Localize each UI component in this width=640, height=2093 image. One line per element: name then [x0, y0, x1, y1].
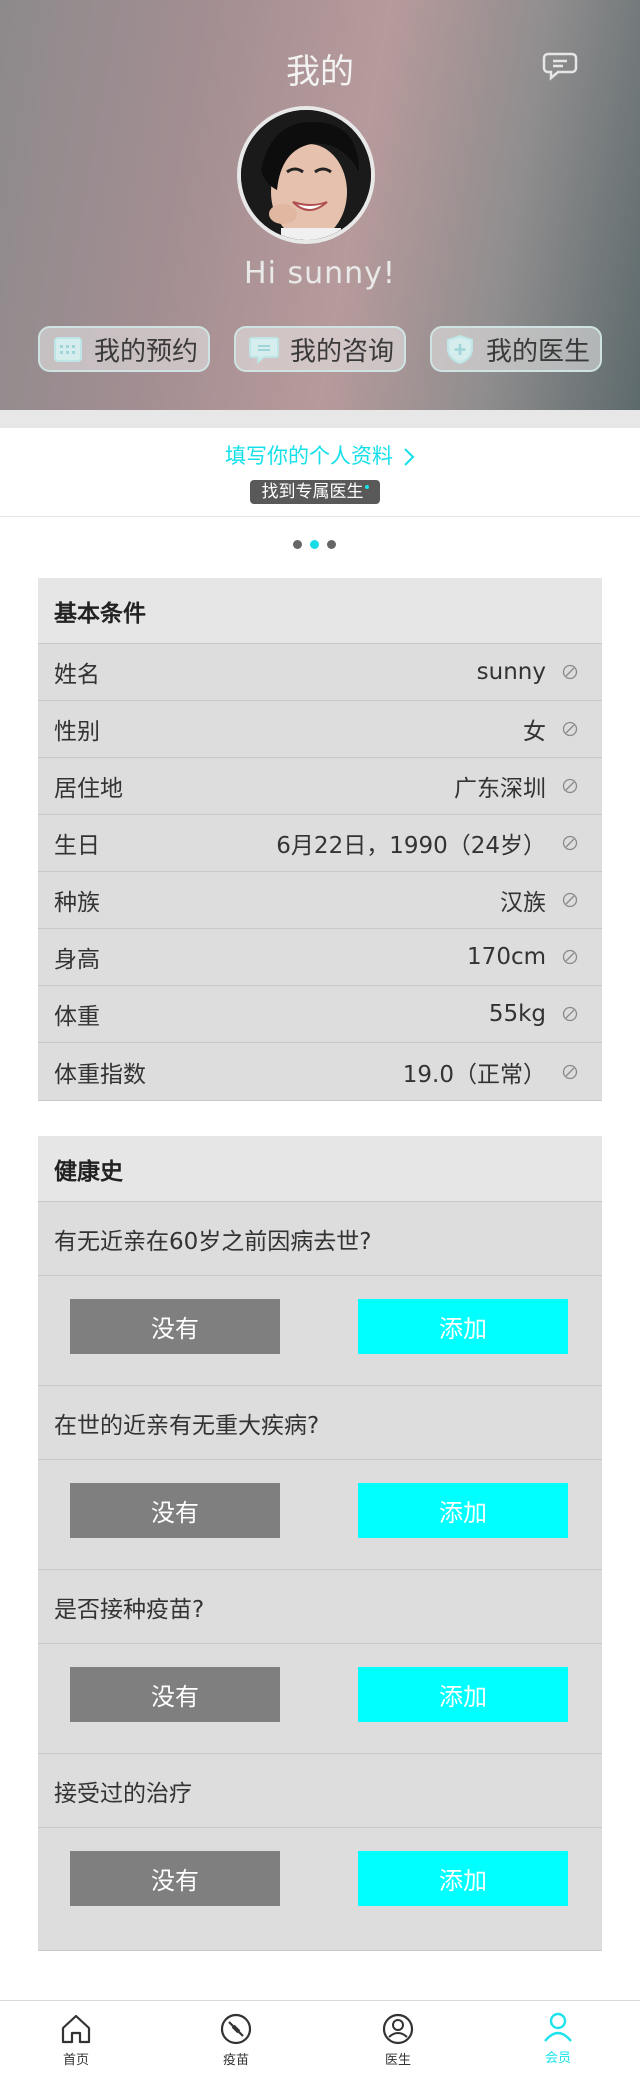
- chat-icon: [249, 337, 279, 365]
- vaccine-icon: [220, 2013, 252, 2045]
- find-doctor-badge[interactable]: 找到专属医生: [250, 480, 380, 504]
- edit-icon[interactable]: [562, 1064, 578, 1080]
- health-history-title: 健康史: [38, 1136, 602, 1202]
- chevron-right-icon: [404, 448, 415, 466]
- user-icon: [544, 2012, 572, 2042]
- shield-plus-icon: [447, 334, 473, 365]
- info-value: 55kg: [488, 1001, 546, 1027]
- health-question: 接受过的治疗: [38, 1754, 602, 1828]
- info-row-weight[interactable]: 体重 55kg: [38, 986, 602, 1043]
- info-value: 汉族: [500, 890, 546, 916]
- home-icon: [61, 2014, 91, 2044]
- find-doctor-label: 找到专属医生: [261, 482, 364, 502]
- info-key: 身高: [54, 947, 100, 973]
- doctor-icon: [382, 2013, 414, 2045]
- page-dot[interactable]: [327, 540, 336, 549]
- info-row-bmi[interactable]: 体重指数 19.0（正常）: [38, 1043, 602, 1100]
- tab-vaccine[interactable]: 疫苗: [196, 2011, 276, 2068]
- edit-icon[interactable]: [562, 949, 578, 965]
- avatar[interactable]: [237, 106, 375, 244]
- health-history-card: 健康史 有无近亲在60岁之前因病去世? 没有 添加 在世的近亲有无重大疾病? 没…: [38, 1136, 602, 1951]
- profile-header: 我的 Hi sunny! 我的预约 我的咨询 我的医生: [0, 0, 640, 410]
- page-indicator: [293, 540, 336, 549]
- answer-row: 没有 添加: [38, 1460, 602, 1570]
- edit-icon[interactable]: [562, 721, 578, 737]
- bottom-tab-bar: 首页 疫苗 医生 会员: [0, 2000, 640, 2093]
- message-icon[interactable]: [540, 44, 580, 84]
- info-key: 体重指数: [54, 1061, 146, 1088]
- edit-icon[interactable]: [562, 664, 578, 680]
- info-row-ethnicity[interactable]: 种族 汉族: [38, 872, 602, 929]
- info-value: sunny: [476, 659, 546, 685]
- edit-icon[interactable]: [562, 1006, 578, 1022]
- divider: [0, 410, 640, 428]
- info-key: 姓名: [54, 662, 100, 688]
- divider: [0, 516, 640, 517]
- info-key: 性别: [54, 719, 100, 745]
- answer-row: 没有 添加: [38, 1644, 602, 1754]
- info-row-name[interactable]: 姓名 sunny: [38, 644, 602, 701]
- page-dot-active[interactable]: [310, 540, 319, 549]
- my-consultations-label: 我的咨询: [290, 336, 395, 367]
- health-question: 有无近亲在60岁之前因病去世?: [38, 1202, 602, 1276]
- add-button[interactable]: 添加: [358, 1667, 568, 1722]
- info-value: 19.0（正常）: [402, 1061, 546, 1088]
- basic-info-title: 基本条件: [38, 578, 602, 644]
- edit-icon[interactable]: [562, 892, 578, 908]
- my-consultations-button[interactable]: 我的咨询: [234, 326, 406, 372]
- none-button[interactable]: 没有: [70, 1299, 280, 1354]
- info-value: 170cm: [467, 944, 546, 970]
- my-doctor-label: 我的医生: [486, 336, 591, 367]
- answer-row: 没有 添加: [38, 1828, 602, 1950]
- health-question: 是否接种疫苗?: [38, 1570, 602, 1644]
- info-key: 生日: [54, 833, 100, 859]
- info-value: 6月22日，1990（24岁）: [276, 833, 546, 859]
- add-button[interactable]: 添加: [358, 1851, 568, 1906]
- info-row-height[interactable]: 身高 170cm: [38, 929, 602, 986]
- tab-home[interactable]: 首页: [36, 2011, 116, 2068]
- info-row-birthday[interactable]: 生日 6月22日，1990（24岁）: [38, 815, 602, 872]
- fill-profile-link[interactable]: 填写你的个人资料: [0, 440, 640, 470]
- notification-dot: [364, 485, 369, 489]
- info-value: 广东深圳: [454, 776, 546, 802]
- info-key: 居住地: [54, 776, 123, 802]
- calendar-icon: [54, 337, 82, 362]
- none-button[interactable]: 没有: [70, 1667, 280, 1722]
- edit-icon[interactable]: [562, 778, 578, 794]
- tab-label: 疫苗: [222, 2053, 249, 2068]
- tab-member[interactable]: 会员: [518, 2009, 598, 2066]
- info-key: 种族: [54, 890, 100, 916]
- my-appointments-label: 我的预约: [94, 336, 199, 367]
- greeting-text: Hi sunny!: [244, 256, 396, 291]
- none-button[interactable]: 没有: [70, 1483, 280, 1538]
- answer-row: 没有 添加: [38, 1276, 602, 1386]
- info-key: 体重: [54, 1004, 100, 1030]
- page-dot[interactable]: [293, 540, 302, 549]
- edit-icon[interactable]: [562, 835, 578, 851]
- my-doctor-button[interactable]: 我的医生: [430, 326, 602, 372]
- tab-label: 医生: [384, 2053, 411, 2068]
- basic-info-card: 基本条件 姓名 sunny 性别 女 居住地 广东深圳 生日 6月22日，199…: [38, 578, 602, 1101]
- tab-doctor[interactable]: 医生: [358, 2011, 438, 2068]
- add-button[interactable]: 添加: [358, 1483, 568, 1538]
- info-value: 女: [523, 719, 546, 745]
- info-row-residence[interactable]: 居住地 广东深圳: [38, 758, 602, 815]
- add-button[interactable]: 添加: [358, 1299, 568, 1354]
- health-question: 在世的近亲有无重大疾病?: [38, 1386, 602, 1460]
- tab-label: 会员: [544, 2051, 571, 2066]
- tab-label: 首页: [62, 2053, 89, 2068]
- info-row-gender[interactable]: 性别 女: [38, 701, 602, 758]
- my-appointments-button[interactable]: 我的预约: [38, 326, 210, 372]
- fill-profile-label: 填写你的个人资料: [225, 444, 393, 468]
- none-button[interactable]: 没有: [70, 1851, 280, 1906]
